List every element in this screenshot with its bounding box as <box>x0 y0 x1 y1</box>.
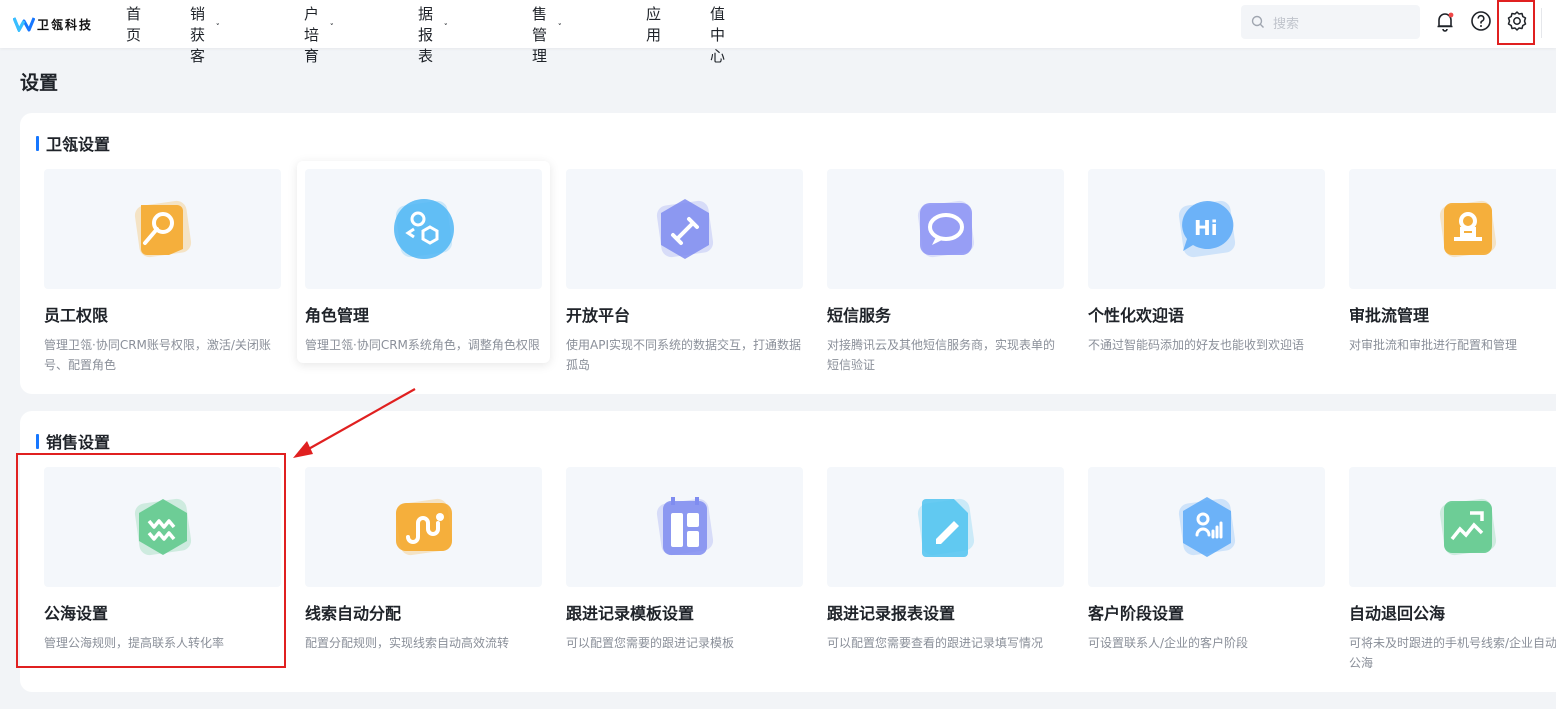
hi-icon: Hi <box>1178 200 1235 258</box>
tile-thumbnail: Hi <box>1088 169 1325 289</box>
tile-thumbnail <box>44 169 281 289</box>
brand-logo[interactable]: 卫瓴科技 <box>13 16 113 33</box>
tile-description: 管理卫瓴·协同CRM系统角色，调整角色权限 <box>305 338 540 352</box>
nav-item[interactable]: 销售管理 <box>532 0 562 65</box>
tile-thumbnail <box>566 169 803 289</box>
nav-item-label: 数据报表 <box>418 0 434 65</box>
tile-thumbnail <box>566 467 803 587</box>
nav-item[interactable]: 首页 <box>126 0 141 48</box>
settings-tile[interactable]: 客户阶段设置可设置联系人/企业的客户阶段 <box>1088 467 1325 653</box>
chevron-down-icon <box>216 23 220 25</box>
tile-description: 对接腾讯云及其他短信服务商，实现表单的短信验证 <box>827 338 1056 372</box>
help-icon[interactable] <box>1469 9 1493 33</box>
route-icon <box>395 498 452 556</box>
tile-description: 可将未及时跟进的手机号线索/企业自动退回公海 <box>1349 636 1556 670</box>
svg-text:Hi: Hi <box>1194 216 1218 240</box>
highlight-box <box>16 453 286 668</box>
tile-thumbnail <box>305 467 542 587</box>
tile-title: 跟进记录模板设置 <box>566 604 695 623</box>
settings-tile[interactable]: 线索自动分配配置分配规则，实现线索自动高效流转 <box>305 467 542 653</box>
tile-thumbnail <box>827 169 1064 289</box>
nav-item[interactable]: 增值中心 <box>710 0 725 65</box>
section-title: 卫瓴设置 <box>36 131 110 155</box>
tile-thumbnail <box>827 467 1064 587</box>
nav-divider <box>1541 8 1542 38</box>
tile-title: 个性化欢迎语 <box>1088 306 1185 325</box>
tile-title: 审批流管理 <box>1349 306 1430 325</box>
tile-title: 线索自动分配 <box>305 604 402 623</box>
settings-tile[interactable]: 审批流管理对审批流和审批进行配置和管理 <box>1349 169 1556 355</box>
tile-title: 员工权限 <box>44 306 109 325</box>
message-icon <box>917 200 974 258</box>
settings-tile[interactable]: 开放平台使用API实现不同系统的数据交互，打通数据孤岛 <box>566 169 803 375</box>
settings-tile[interactable]: 自动退回公海可将未及时跟进的手机号线索/企业自动退回公海 <box>1349 467 1556 673</box>
settings-tile[interactable]: 短信服务对接腾讯云及其他短信服务商，实现表单的短信验证 <box>827 169 1064 375</box>
template-icon <box>656 497 713 556</box>
nav-item-label: 客户培育 <box>304 0 320 65</box>
settings-tile[interactable]: Hi 个性化欢迎语不通过智能码添加的好友也能收到欢迎语 <box>1088 169 1325 355</box>
tile-thumbnail <box>305 169 542 289</box>
nav-item[interactable]: 应用 <box>646 0 661 48</box>
tile-title: 跟进记录报表设置 <box>827 604 956 623</box>
bell-icon[interactable] <box>1433 9 1457 33</box>
nav-item-label: 销售管理 <box>532 0 548 65</box>
report-icon <box>917 498 974 557</box>
brand-name: 卫瓴科技 <box>37 17 94 32</box>
search-input[interactable]: 搜索 <box>1241 5 1420 39</box>
tile-thumbnail <box>1088 467 1325 587</box>
settings-highlight-box <box>1497 0 1535 45</box>
tile-description: 可以配置您需要的跟进记录模板 <box>566 636 735 650</box>
tile-description: 可以配置您需要查看的跟进记录填写情况 <box>827 636 1044 650</box>
tile-description: 管理卫瓴·协同CRM账号权限，激活/关闭账号、配置角色 <box>44 338 271 372</box>
role-icon <box>393 199 454 259</box>
search-placeholder: 搜索 <box>1273 16 1300 32</box>
settings-tile[interactable]: 角色管理管理卫瓴·协同CRM系统角色，调整角色权限 <box>297 161 550 363</box>
nav-item-label: 应用 <box>646 5 662 44</box>
tile-title: 自动退回公海 <box>1349 604 1446 623</box>
tile-title: 客户阶段设置 <box>1088 604 1185 623</box>
plug-icon <box>656 199 713 259</box>
section-title: 销售设置 <box>36 429 110 453</box>
settings-tile[interactable]: 跟进记录报表设置可以配置您需要查看的跟进记录填写情况 <box>827 467 1064 653</box>
key-icon <box>134 200 191 258</box>
tile-title: 开放平台 <box>566 306 631 325</box>
settings-tile[interactable]: 员工权限管理卫瓴·协同CRM账号权限，激活/关闭账号、配置角色 <box>44 169 281 375</box>
nav-item-label: 增值中心 <box>710 0 726 65</box>
stamp-icon <box>1439 200 1496 258</box>
nav-item[interactable]: 数据报表 <box>418 0 448 65</box>
tile-description: 对审批流和审批进行配置和管理 <box>1349 338 1518 352</box>
logo-mark-icon <box>13 17 35 32</box>
tile-thumbnail <box>1349 467 1556 587</box>
tile-description: 配置分配规则，实现线索自动高效流转 <box>305 636 510 650</box>
page-title: 设置 <box>20 72 59 94</box>
tile-description: 可设置联系人/企业的客户阶段 <box>1088 636 1249 650</box>
settings-tile[interactable]: 跟进记录模板设置可以配置您需要的跟进记录模板 <box>566 467 803 653</box>
chevron-down-icon <box>444 23 448 25</box>
tile-title: 角色管理 <box>305 306 370 325</box>
return-icon <box>1439 498 1496 556</box>
stage-icon <box>1178 497 1235 557</box>
nav-item[interactable]: 营销获客 <box>190 0 220 65</box>
tile-title: 短信服务 <box>827 306 892 325</box>
nav-item-label: 首页 <box>126 5 142 44</box>
top-navbar: 卫瓴科技 首页 营销获客 客户培育 数据报表 销售管理 应用 增值中心 搜索 <box>0 0 1556 65</box>
chevron-down-icon <box>558 23 562 25</box>
nav-item[interactable]: 客户培育 <box>304 0 334 65</box>
tile-thumbnail <box>1349 169 1556 289</box>
tile-description: 不通过智能码添加的好友也能收到欢迎语 <box>1088 338 1305 352</box>
tile-description: 使用API实现不同系统的数据交互，打通数据孤岛 <box>566 338 801 372</box>
chevron-down-icon <box>330 23 334 25</box>
search-icon <box>1251 15 1264 28</box>
nav-item-label: 营销获客 <box>190 0 206 65</box>
